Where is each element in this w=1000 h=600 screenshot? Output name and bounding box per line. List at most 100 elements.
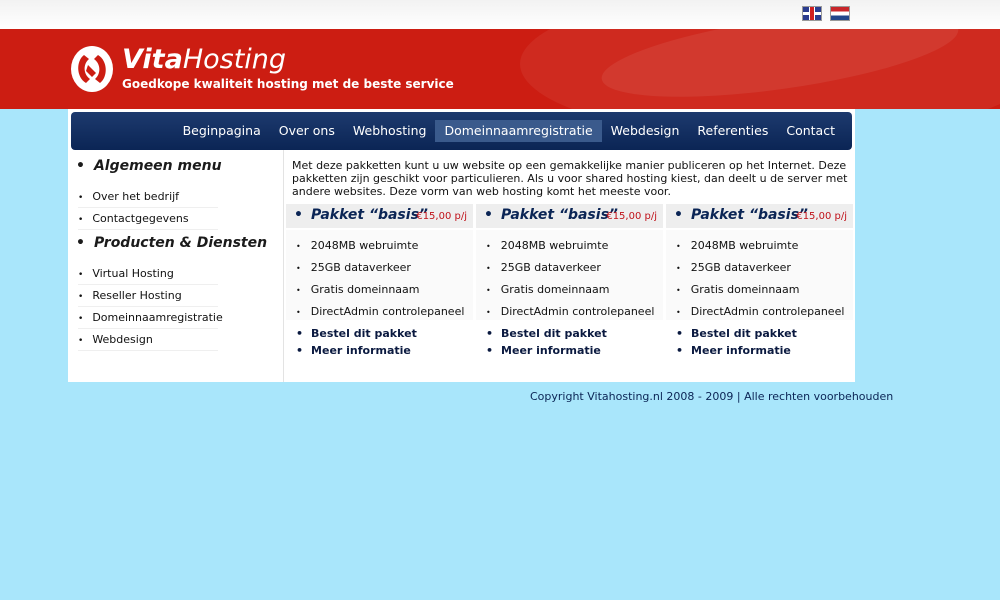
package-feature: • DirectAdmin controlepaneel	[296, 305, 464, 318]
package-features: • 2048MB webruimte • 25GB dataverkeer • Gra…	[666, 230, 853, 320]
package-title: • Pakket “basis”	[484, 207, 618, 223]
package-feature: • Gratis domeinnaam	[486, 283, 610, 296]
sidebar-heading-text: Algemeen menu	[93, 158, 222, 174]
link-label: Bestel dit pakket	[311, 327, 417, 340]
package-feature: • 2048MB webruimte	[676, 239, 798, 252]
top-strip	[0, 0, 1000, 29]
feature-label: DirectAdmin controlepaneel	[690, 305, 845, 318]
intro-text: Met deze pakketten kunt u uw website op …	[292, 159, 848, 198]
feature-label: 25GB dataverkeer	[690, 261, 791, 274]
nav-item-webhosting[interactable]: Webhosting	[344, 120, 436, 142]
nav-item-contact[interactable]: Contact	[777, 120, 844, 142]
package-title: • Pakket “basis”	[294, 207, 428, 223]
sidebar-item-label: Reseller Hosting	[92, 289, 182, 302]
package-price: €15,00 p/j	[796, 211, 847, 222]
bullet-icon: •	[78, 292, 84, 302]
sidebar-item-virtual-hosting[interactable]: • Virtual Hosting	[78, 267, 218, 285]
sidebar-item-reseller-hosting[interactable]: • Reseller Hosting	[78, 289, 218, 307]
bullet-icon: •	[296, 286, 301, 295]
dutch-flag-icon[interactable]	[830, 6, 850, 21]
more-info-link[interactable]: • Meer informatie	[486, 344, 601, 357]
package-feature: • Gratis domeinnaam	[296, 283, 420, 296]
link-label: Bestel dit pakket	[691, 327, 797, 340]
package-feature: • 25GB dataverkeer	[486, 261, 601, 274]
brand-name[interactable]: VitaHosting	[122, 44, 286, 76]
feature-label: Gratis domeinnaam	[500, 283, 610, 296]
sidebar-item-over-het-bedrijf[interactable]: • Over het bedrijf	[78, 190, 218, 208]
bullet-icon: •	[296, 242, 301, 251]
main-content-box: Beginpagina Over ons Webhosting Domeinna…	[68, 109, 855, 382]
nav-item-over-ons[interactable]: Over ons	[270, 120, 344, 142]
order-package-link[interactable]: • Bestel dit pakket	[676, 327, 797, 340]
nav-items: Beginpagina Over ons Webhosting Domeinna…	[174, 120, 844, 142]
sidebar-item-contactgegevens[interactable]: • Contactgegevens	[78, 212, 218, 230]
link-label: Bestel dit pakket	[501, 327, 607, 340]
sidebar-item-label: Over het bedrijf	[92, 190, 180, 203]
brand-name-rest: Hosting	[182, 44, 287, 75]
bullet-icon: •	[486, 242, 491, 251]
bullet-icon: •	[486, 264, 491, 273]
link-label: Meer informatie	[311, 344, 411, 357]
bullet-icon: •	[76, 235, 85, 251]
brand-name-bold: Vita	[122, 44, 183, 75]
bullet-icon: •	[676, 264, 681, 273]
bullet-icon: •	[78, 193, 84, 203]
nav-item-domeinnaamregistratie[interactable]: Domeinnaamregistratie	[435, 120, 602, 142]
package-header: • Pakket “basis” €15,00 p/j	[286, 204, 473, 228]
sidebar-heading-products: • Producten & Diensten	[76, 235, 267, 251]
nav-item-beginpagina[interactable]: Beginpagina	[174, 120, 270, 142]
bullet-icon: •	[78, 314, 84, 324]
sidebar-item-label: Domeinnaamregistratie	[92, 311, 223, 324]
bullet-icon: •	[676, 344, 684, 357]
bullet-icon: •	[296, 308, 301, 317]
feature-label: 2048MB webruimte	[310, 239, 419, 252]
bullet-icon: •	[78, 215, 84, 225]
bullet-icon: •	[484, 207, 493, 223]
package-feature: • 25GB dataverkeer	[676, 261, 791, 274]
bullet-icon: •	[486, 308, 491, 317]
sidebar-heading-text: Producten & Diensten	[93, 235, 268, 251]
bullet-icon: •	[676, 308, 681, 317]
feature-label: 25GB dataverkeer	[310, 261, 411, 274]
bullet-icon: •	[78, 270, 84, 280]
feature-label: DirectAdmin controlepaneel	[310, 305, 465, 318]
bullet-icon: •	[676, 286, 681, 295]
package-feature: • DirectAdmin controlepaneel	[676, 305, 844, 318]
footer-copyright: Copyright Vitahosting.nl 2008 - 2009 | A…	[530, 390, 894, 403]
more-info-link[interactable]: • Meer informatie	[676, 344, 791, 357]
package-title-text: Pakket “basis”	[690, 207, 808, 223]
bullet-icon: •	[486, 286, 491, 295]
main-navigation: Beginpagina Over ons Webhosting Domeinna…	[71, 112, 852, 150]
link-label: Meer informatie	[501, 344, 601, 357]
english-flag-icon[interactable]	[802, 6, 822, 21]
package-card: • Pakket “basis” €15,00 p/j • 2048MB webru…	[286, 204, 473, 374]
sidebar: • Algemeen menu • Over het bedrijf • Contac…	[68, 150, 284, 382]
bullet-icon: •	[676, 242, 681, 251]
sidebar-item-webdesign[interactable]: • Webdesign	[78, 333, 218, 351]
package-title-text: Pakket “basis”	[500, 207, 618, 223]
bullet-icon: •	[294, 207, 303, 223]
package-card: • Pakket “basis” €15,00 p/j • 2048MB webru…	[666, 204, 853, 374]
vitahosting-logo-icon[interactable]	[70, 45, 114, 93]
nav-item-webdesign[interactable]: Webdesign	[602, 120, 689, 142]
nav-item-referenties[interactable]: Referenties	[688, 120, 777, 142]
order-package-link[interactable]: • Bestel dit pakket	[486, 327, 607, 340]
package-title-text: Pakket “basis”	[310, 207, 428, 223]
sidebar-item-domeinnaamregistratie[interactable]: • Domeinnaamregistratie	[78, 311, 223, 329]
package-title: • Pakket “basis”	[674, 207, 808, 223]
brand-tagline: Goedkope kwaliteit hosting met de beste …	[122, 77, 454, 91]
bullet-icon: •	[296, 264, 301, 273]
feature-label: 25GB dataverkeer	[500, 261, 601, 274]
bullet-icon: •	[296, 327, 304, 340]
bullet-icon: •	[296, 344, 304, 357]
package-price: €15,00 p/j	[606, 211, 657, 222]
feature-label: Gratis domeinnaam	[690, 283, 800, 296]
more-info-link[interactable]: • Meer informatie	[296, 344, 411, 357]
package-features: • 2048MB webruimte • 25GB dataverkeer • Gra…	[476, 230, 663, 320]
bullet-icon: •	[486, 327, 494, 340]
site-header: VitaHosting Goedkope kwaliteit hosting m…	[0, 29, 1000, 109]
bullet-icon: •	[78, 336, 84, 346]
order-package-link[interactable]: • Bestel dit pakket	[296, 327, 417, 340]
sidebar-item-label: Contactgegevens	[92, 212, 189, 225]
sidebar-item-label: Webdesign	[92, 333, 153, 346]
